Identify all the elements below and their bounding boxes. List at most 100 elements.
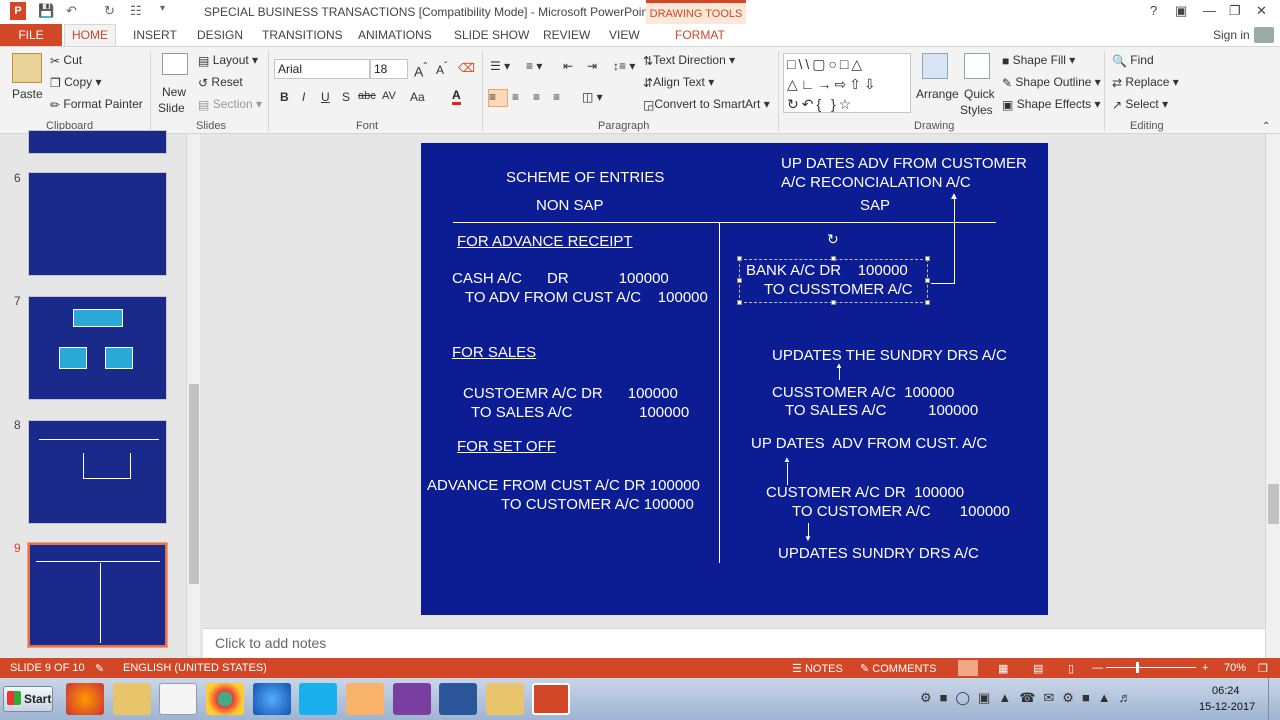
- resize-handle[interactable]: [737, 300, 742, 305]
- internet-explorer-icon[interactable]: [253, 683, 291, 715]
- resize-handle[interactable]: [925, 278, 930, 283]
- shape-fill-button[interactable]: ■ Shape Fill ▾: [1002, 53, 1075, 68]
- align-right-icon[interactable]: ≡: [533, 90, 540, 104]
- shrink-font-icon[interactable]: Aˇ: [436, 61, 447, 77]
- char-spacing-button[interactable]: AV: [382, 90, 396, 102]
- align-text-button[interactable]: ⇵Align Text ▾: [643, 75, 714, 90]
- find-button[interactable]: 🔍 Find: [1112, 53, 1154, 68]
- decrease-indent-icon[interactable]: ⇤: [563, 59, 573, 73]
- clock-time[interactable]: 06:24: [1212, 685, 1240, 697]
- align-center-icon[interactable]: ≡: [512, 90, 519, 104]
- collapse-ribbon-icon[interactable]: ⌃: [1262, 121, 1270, 132]
- notes-pane[interactable]: Click to add notes: [203, 628, 1265, 658]
- change-case-button[interactable]: Aa: [410, 90, 425, 104]
- format-painter-button[interactable]: ✏ Format Painter: [50, 97, 143, 112]
- bullets-icon[interactable]: ☰ ▾: [490, 59, 510, 73]
- slide-thumbnail[interactable]: [28, 420, 167, 524]
- normal-view-icon[interactable]: [958, 660, 978, 676]
- clock-date[interactable]: 15-12-2017: [1199, 701, 1255, 713]
- zoom-level[interactable]: 70%: [1224, 662, 1246, 674]
- section-button[interactable]: ▤ Section ▾: [198, 97, 262, 112]
- font-name-input[interactable]: Arial: [274, 59, 370, 79]
- slide-thumbnail[interactable]: [28, 296, 167, 400]
- columns-icon[interactable]: ◫ ▾: [582, 90, 603, 104]
- notes-toggle[interactable]: ☰ NOTES: [792, 662, 843, 675]
- convert-smartart-button[interactable]: ◲Convert to SmartArt ▾: [643, 97, 770, 112]
- clear-format-icon[interactable]: ⌫: [458, 61, 475, 75]
- paste-button[interactable]: Paste: [12, 87, 43, 101]
- ribbon-display-icon[interactable]: ▣: [1175, 3, 1187, 19]
- tab-format[interactable]: FORMAT: [675, 28, 725, 42]
- justify-icon[interactable]: ≡: [553, 90, 560, 104]
- slideshow-view-icon[interactable]: ▯: [1068, 662, 1074, 675]
- bold-button[interactable]: B: [280, 90, 289, 104]
- slide-sorter-icon[interactable]: ▦: [998, 662, 1008, 675]
- select-button[interactable]: ↗ Select ▾: [1112, 97, 1168, 112]
- resize-handle[interactable]: [925, 256, 930, 261]
- word-icon[interactable]: [439, 683, 477, 715]
- slide-scrollbar[interactable]: [1265, 134, 1280, 658]
- slide-canvas[interactable]: SCHEME OF ENTRIES NON SAP SAP UP DATES A…: [421, 143, 1048, 615]
- font-color-button[interactable]: A: [452, 88, 461, 105]
- thumbnail-scrollbar[interactable]: [186, 134, 200, 656]
- account-avatar[interactable]: [1254, 27, 1274, 43]
- zoom-out-icon[interactable]: —: [1092, 662, 1103, 674]
- arrange-icon[interactable]: [922, 53, 948, 79]
- new-slide-label-2[interactable]: Slide: [158, 101, 185, 115]
- file-explorer-icon[interactable]: [113, 683, 151, 715]
- notes-placeholder[interactable]: Click to add notes: [215, 635, 326, 651]
- media-player-icon[interactable]: [159, 683, 197, 715]
- scrollbar-thumb[interactable]: [1268, 484, 1279, 524]
- tab-animations[interactable]: ANIMATIONS: [358, 28, 432, 42]
- save-icon[interactable]: 💾: [38, 3, 54, 19]
- shapes-gallery[interactable]: □\\▢○□△ △∟→⇨⇧⇩ ↻↶{ }☆: [783, 53, 911, 113]
- language-indicator[interactable]: ENGLISH (UNITED STATES): [123, 662, 267, 674]
- arrange-button[interactable]: Arrange: [916, 87, 959, 101]
- winrar-icon[interactable]: [393, 683, 431, 715]
- app-icon[interactable]: [346, 683, 384, 715]
- quick-styles-label-1[interactable]: Quick: [964, 87, 995, 101]
- powerpoint-taskbar-icon[interactable]: [532, 683, 570, 715]
- scrollbar-thumb[interactable]: [189, 384, 199, 584]
- spellcheck-icon[interactable]: ✎: [95, 662, 104, 675]
- new-slide-label-1[interactable]: New: [162, 85, 186, 99]
- text-direction-button[interactable]: ⇅Text Direction ▾: [643, 53, 735, 68]
- quick-styles-icon[interactable]: [964, 53, 990, 79]
- italic-button[interactable]: I: [302, 90, 305, 104]
- tab-review[interactable]: REVIEW: [543, 28, 590, 42]
- show-desktop-button[interactable]: [1268, 678, 1280, 720]
- increase-indent-icon[interactable]: ⇥: [587, 59, 597, 73]
- zoom-slider-thumb[interactable]: [1136, 662, 1139, 673]
- tab-slide-show[interactable]: SLIDE SHOW: [454, 28, 529, 42]
- numbering-icon[interactable]: ≡ ▾: [526, 59, 542, 73]
- minimize-icon[interactable]: —: [1203, 3, 1216, 18]
- layout-button[interactable]: ▤ Layout ▾: [198, 53, 258, 68]
- underline-button[interactable]: U: [321, 90, 330, 104]
- line-spacing-icon[interactable]: ↕≡ ▾: [613, 59, 635, 73]
- rotate-handle-icon[interactable]: ↻: [827, 231, 839, 248]
- tab-transitions[interactable]: TRANSITIONS: [262, 28, 343, 42]
- zoom-in-icon[interactable]: +: [1202, 662, 1208, 674]
- signin-link[interactable]: Sign in: [1213, 28, 1250, 42]
- paste-icon[interactable]: [12, 53, 42, 83]
- resize-handle[interactable]: [831, 256, 836, 261]
- reset-button[interactable]: ↺ Reset: [198, 75, 243, 90]
- redo-icon[interactable]: ↻: [104, 3, 115, 19]
- tab-file[interactable]: FILE: [0, 24, 62, 46]
- chrome-icon[interactable]: [206, 683, 244, 715]
- font-size-input[interactable]: 18: [370, 59, 408, 79]
- help-icon[interactable]: ?: [1150, 3, 1157, 18]
- replace-button[interactable]: ⇄ Replace ▾: [1112, 75, 1179, 90]
- customize-qat-icon[interactable]: ▾: [160, 3, 165, 14]
- slide-thumbnail[interactable]: [28, 130, 167, 154]
- slide-thumbnail[interactable]: [28, 172, 167, 276]
- grow-font-icon[interactable]: Aˆ: [414, 61, 427, 80]
- quick-styles-label-2[interactable]: Styles: [960, 103, 993, 117]
- tab-insert[interactable]: INSERT: [133, 28, 177, 42]
- fit-to-window-icon[interactable]: ❐: [1258, 662, 1268, 675]
- new-slide-icon[interactable]: [162, 53, 188, 75]
- folder-icon[interactable]: [486, 683, 524, 715]
- cut-button[interactable]: ✂ Cut: [50, 53, 82, 68]
- resize-handle[interactable]: [737, 256, 742, 261]
- zoom-slider[interactable]: [1106, 667, 1196, 668]
